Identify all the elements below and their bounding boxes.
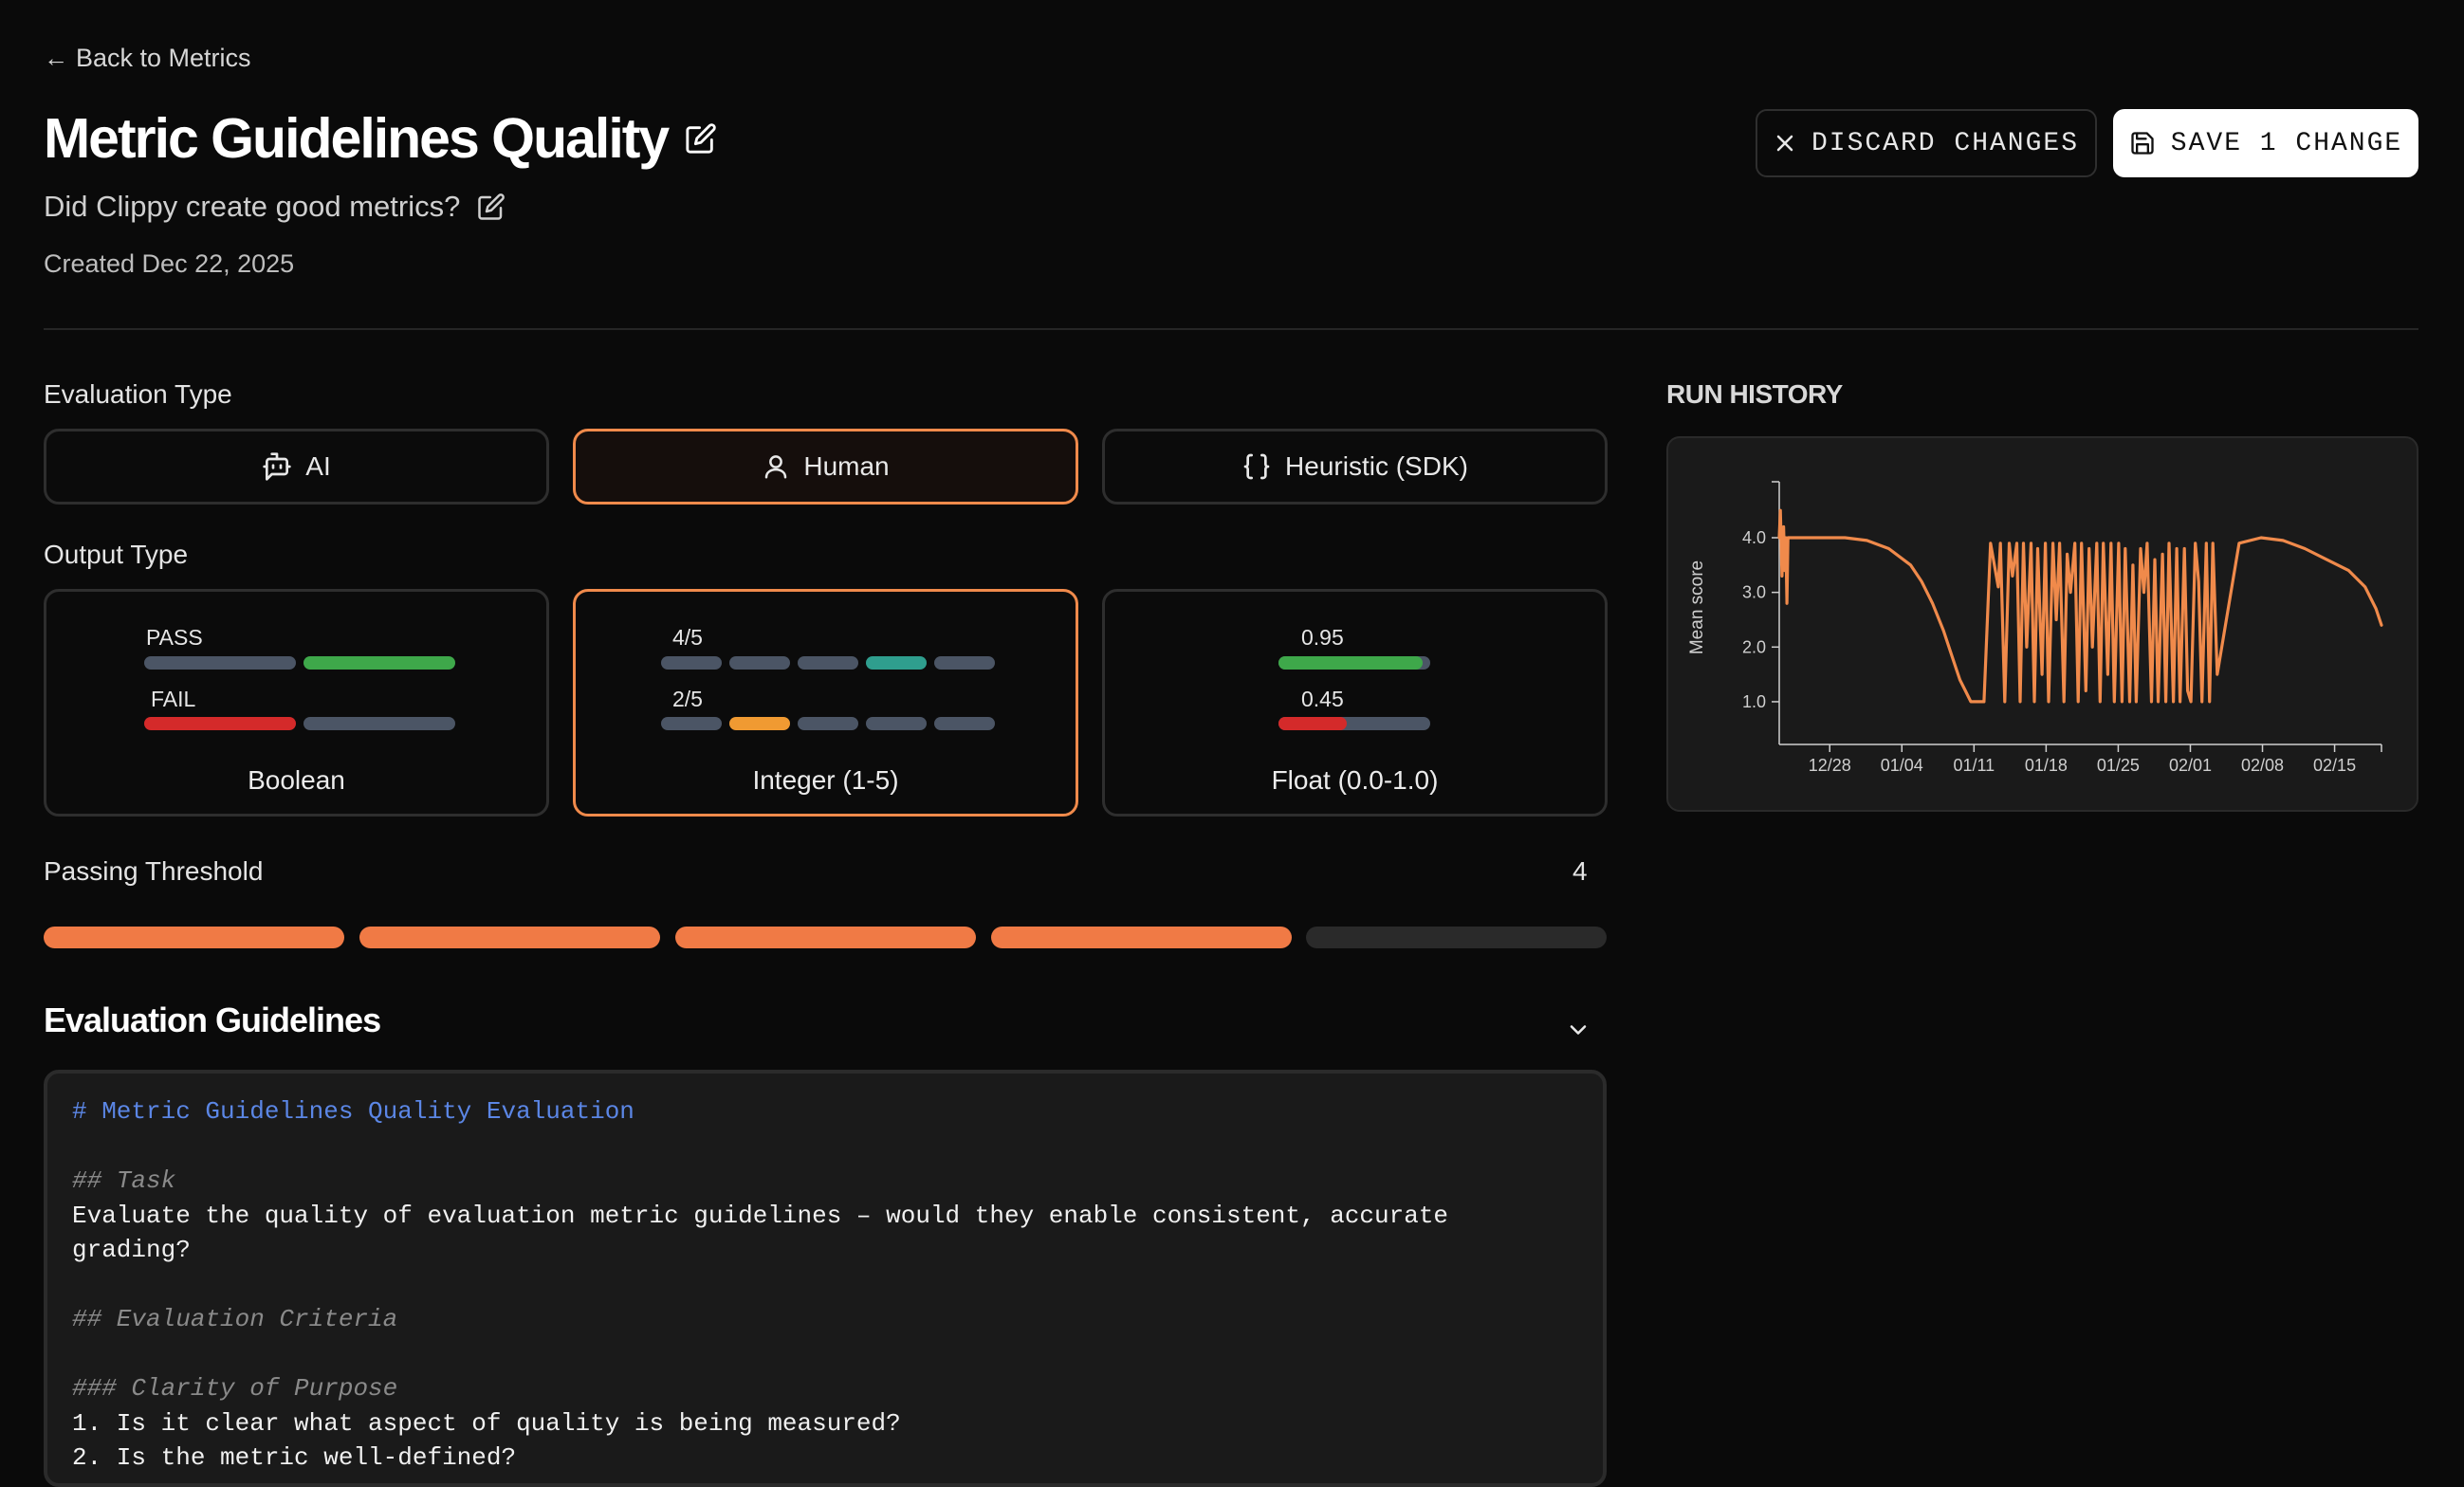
boolean-fail-label: FAIL xyxy=(151,687,196,711)
eval-type-heuristic-label: Heuristic (SDK) xyxy=(1285,451,1468,481)
x-tick-label: 01/04 xyxy=(1881,756,1923,775)
boolean-fail-bar-fill xyxy=(144,717,296,730)
x-tick-label: 01/25 xyxy=(2097,756,2140,775)
braces-icon xyxy=(1241,451,1272,482)
integer-low-seg-4 xyxy=(866,717,927,730)
threshold-segment-3[interactable] xyxy=(675,927,976,948)
integer-high-seg-4 xyxy=(866,656,927,670)
integer-low-seg-2 xyxy=(729,717,790,730)
integer-high-seg-1 xyxy=(661,656,722,670)
y-tick-label: 1.0 xyxy=(1742,692,1766,711)
created-date: Created Dec 22, 2025 xyxy=(44,249,295,278)
edit-subtitle-icon[interactable] xyxy=(477,193,506,221)
chevron-down-icon[interactable] xyxy=(1565,1017,1591,1043)
save-change-button[interactable]: SAVE 1 CHANGE xyxy=(2113,109,2418,177)
guidelines-editor[interactable]: # Metric Guidelines Quality Evaluation ##… xyxy=(44,1070,1607,1487)
passing-threshold-value: 4 xyxy=(1572,856,1588,886)
passing-threshold-label: Passing Threshold xyxy=(44,856,264,886)
integer-low-seg-1 xyxy=(661,717,722,730)
x-tick-label: 02/15 xyxy=(2313,756,2356,775)
float-high-bar-fill xyxy=(1278,656,1423,670)
close-icon xyxy=(1774,132,1796,155)
eval-type-ai-button[interactable]: AI xyxy=(44,429,549,505)
threshold-segment-1[interactable] xyxy=(44,927,344,948)
threshold-segment-5[interactable] xyxy=(1306,927,1607,948)
guidelines-line: ## Task xyxy=(72,1166,176,1195)
boolean-pass-bar-fill xyxy=(303,656,455,670)
float-high-label: 0.95 xyxy=(1301,625,1344,650)
y-axis-label: Mean score xyxy=(1687,560,1707,654)
output-type-label: Output Type xyxy=(44,540,189,569)
integer-low-seg-3 xyxy=(798,717,858,730)
integer-high-label: 4/5 xyxy=(672,625,703,650)
subtitle-text: Did Clippy create good metrics? xyxy=(44,190,461,223)
float-card-name: Float (0.0-1.0) xyxy=(1271,765,1439,795)
x-tick-label: 01/11 xyxy=(1953,756,1995,775)
eval-type-ai-label: AI xyxy=(305,451,331,481)
threshold-segment-4[interactable] xyxy=(991,927,1292,948)
discard-changes-button[interactable]: DISCARD CHANGES xyxy=(1756,109,2097,177)
page-title: Metric Guidelines Quality xyxy=(44,106,717,171)
run-history-card: 1.0 2.0 3.0 4.0 12/28 01/04 01/11 01/18 01/25 02/… xyxy=(1666,436,2418,812)
page-subtitle: Did Clippy create good metrics? xyxy=(44,190,506,224)
x-tick-label: 02/08 xyxy=(2241,756,2284,775)
x-tick-label: 01/18 xyxy=(2025,756,2068,775)
integer-high-seg-3 xyxy=(798,656,858,670)
title-text: Metric Guidelines Quality xyxy=(44,107,670,170)
boolean-pass-label: PASS xyxy=(146,625,203,650)
back-label: Back to Metrics xyxy=(76,44,251,72)
output-type-boolean-card[interactable]: PASS FAIL Boolean xyxy=(44,589,549,817)
threshold-segment-2[interactable] xyxy=(359,927,660,948)
output-type-integer-card[interactable]: 4/5 2/5 Integer (1-5) xyxy=(573,589,1078,817)
guidelines-line: ### Clarity of Purpose xyxy=(72,1374,398,1403)
save-icon xyxy=(2129,130,2156,156)
save-label: SAVE 1 CHANGE xyxy=(2170,128,2403,158)
guidelines-line: 2. Is the metric well-defined? xyxy=(72,1443,517,1472)
run-history-chart: 1.0 2.0 3.0 4.0 12/28 01/04 01/11 01/18 01/25 02/… xyxy=(1687,481,2383,775)
edit-title-icon[interactable] xyxy=(685,122,717,155)
eval-type-human-label: Human xyxy=(803,451,890,481)
y-tick-label: 4.0 xyxy=(1742,528,1766,547)
evaluation-type-label: Evaluation Type xyxy=(44,379,232,409)
eval-type-human-button[interactable]: Human xyxy=(573,429,1078,505)
arrow-left-icon: ← xyxy=(44,44,68,72)
guidelines-line xyxy=(72,1337,1578,1372)
boolean-pass-bar-empty xyxy=(144,656,296,670)
user-icon xyxy=(762,452,790,481)
integer-low-seg-5 xyxy=(934,717,995,730)
float-low-label: 0.45 xyxy=(1301,687,1344,711)
evaluation-guidelines-title: Evaluation Guidelines xyxy=(44,1001,381,1039)
guidelines-line: Evaluate the quality of evaluation metri… xyxy=(72,1201,1463,1265)
guidelines-line: # Metric Guidelines Quality Evaluation xyxy=(72,1097,634,1126)
y-tick-label: 2.0 xyxy=(1742,637,1766,656)
boolean-fail-bar-empty xyxy=(303,717,455,730)
integer-high-seg-5 xyxy=(934,656,995,670)
y-tick-label: 3.0 xyxy=(1742,583,1766,602)
integer-card-name: Integer (1-5) xyxy=(752,765,899,795)
integer-low-label: 2/5 xyxy=(672,687,703,711)
guidelines-line: ## Evaluation Criteria xyxy=(72,1305,398,1333)
discard-label: DISCARD CHANGES xyxy=(1811,128,2080,158)
x-tick-label: 02/01 xyxy=(2169,756,2212,775)
float-low-bar-fill xyxy=(1278,717,1347,730)
guidelines-line xyxy=(72,1268,1578,1303)
output-type-float-card[interactable]: 0.95 0.45 Float (0.0-1.0) xyxy=(1102,589,1608,817)
guidelines-line: 1. Is it clear what aspect of quality is… xyxy=(72,1408,901,1438)
bot-icon xyxy=(262,451,292,482)
guidelines-line xyxy=(72,1129,1578,1165)
score-series-line xyxy=(1777,508,2383,704)
eval-type-heuristic-button[interactable]: Heuristic (SDK) xyxy=(1102,429,1608,505)
boolean-card-name: Boolean xyxy=(248,765,345,795)
back-to-metrics-link[interactable]: ← Back to Metrics xyxy=(44,44,251,73)
run-history-title: RUN HISTORY xyxy=(1666,379,1843,409)
header-divider xyxy=(44,328,2418,330)
integer-high-seg-2 xyxy=(729,656,790,670)
x-tick-label: 12/28 xyxy=(1809,756,1851,775)
